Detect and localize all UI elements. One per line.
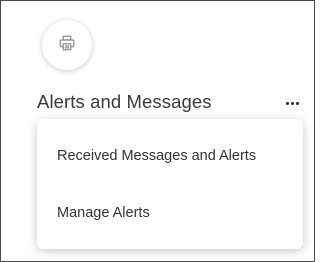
menu-item-manage-alerts[interactable]: Manage Alerts [57, 205, 150, 221]
printer-icon [58, 34, 76, 57]
more-options-button[interactable] [282, 93, 302, 113]
section-title: Alerts and Messages [37, 91, 212, 112]
menu-item-received-messages[interactable]: Received Messages and Alerts [57, 148, 256, 164]
options-menu: Received Messages and Alerts Manage Aler… [37, 119, 303, 249]
print-button[interactable] [42, 20, 92, 70]
alerts-panel: Alerts and Messages Received Messages an… [0, 0, 315, 262]
more-horizontal-icon [285, 101, 299, 105]
